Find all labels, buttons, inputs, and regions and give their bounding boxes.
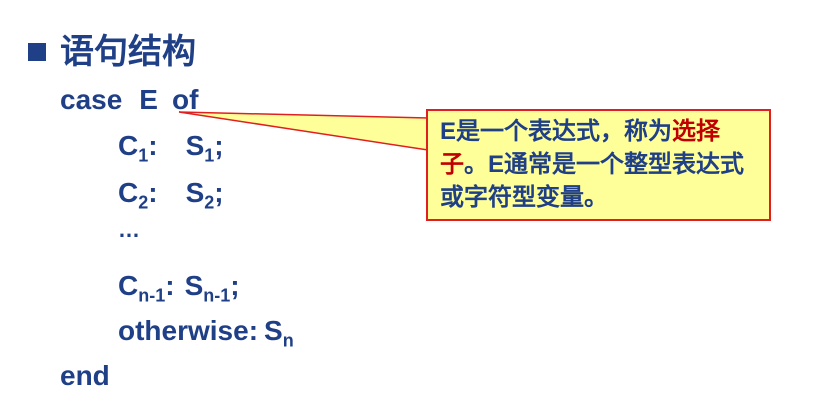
slide-heading: 语句结构 <box>60 33 196 71</box>
bullet-square-icon <box>28 43 46 61</box>
end-keyword: end <box>60 360 110 391</box>
code-line-otherwise: otherwise: Sn <box>118 313 294 349</box>
of-keyword: of <box>171 84 199 115</box>
code-line-cn1: Cn-1: Sn-1; <box>118 268 240 304</box>
selector-e: E <box>139 84 158 115</box>
code-line-c2: C2: S2; <box>118 175 224 211</box>
statement-s2: S2; <box>185 177 224 213</box>
callout-box: E是一个表达式，称为选择子。E通常是一个整型表达式或字符型变量。 <box>426 109 771 221</box>
code-line-case: case Eof <box>60 82 198 118</box>
callout-text-part1: E是一个表达式，称为 <box>440 118 673 145</box>
code-line-c1: C1: S1; <box>118 128 224 164</box>
callout-text-part2: 。E通常是一个整型表达式或字符型变量。 <box>440 151 745 211</box>
statement-sn: Sn <box>264 315 294 351</box>
code-line-end: end <box>60 358 110 394</box>
case-keyword: case <box>60 84 123 115</box>
statement-s1: S1; <box>185 130 224 166</box>
label-c2: C2: <box>118 177 158 213</box>
ellipsis: … <box>118 217 142 242</box>
label-cn1: Cn-1: <box>118 270 175 306</box>
statement-sn1: Sn-1; <box>184 270 240 306</box>
label-c1: C1: <box>118 130 158 166</box>
otherwise-keyword: otherwise: <box>118 315 259 346</box>
